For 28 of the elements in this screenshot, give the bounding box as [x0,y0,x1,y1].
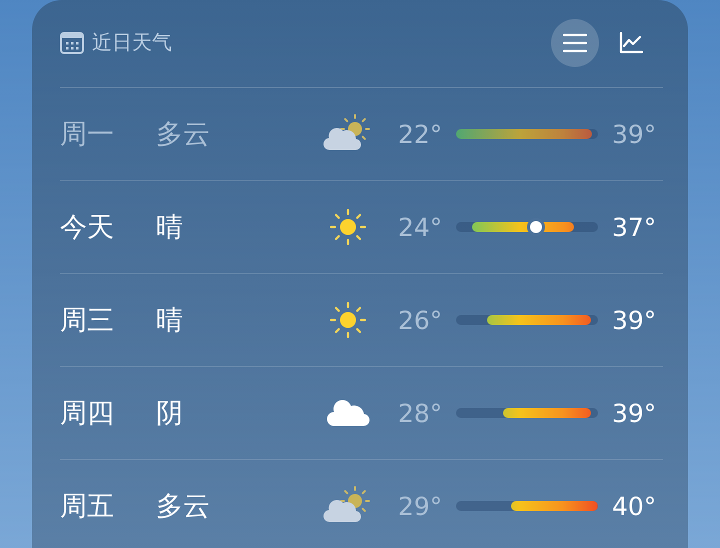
sun-icon [328,300,368,340]
condition-label: 多云 [156,490,211,524]
day-label: 周五 [60,490,115,524]
low-temperature: 28° [398,398,444,428]
menu-icon [563,32,587,52]
line-chart-icon [619,32,643,54]
section-title: 近日天气 [92,29,173,56]
day-label: 周三 [60,304,115,338]
cloud-icon [326,398,370,428]
high-temperature: 39° [612,306,656,334]
low-temperature: 24° [398,212,444,242]
high-temperature: 39° [612,398,656,428]
condition-label: 晴 [156,304,184,338]
high-temperature: 40° [612,492,656,520]
day-label: 周一 [60,118,115,152]
condition-label: 阴 [156,397,184,431]
low-temperature: 26° [398,306,444,334]
high-temperature: 39° [612,120,656,148]
list-view-button[interactable] [551,18,599,66]
condition-label: 晴 [156,211,184,245]
low-temperature: 29° [398,492,444,520]
day-label: 周四 [60,397,115,431]
sun-icon [328,207,368,247]
high-temperature: 37° [612,212,656,242]
calendar-icon [60,32,84,54]
day-label: 今天 [60,211,115,245]
condition-label: 多云 [156,118,211,152]
low-temperature: 22° [398,120,444,148]
